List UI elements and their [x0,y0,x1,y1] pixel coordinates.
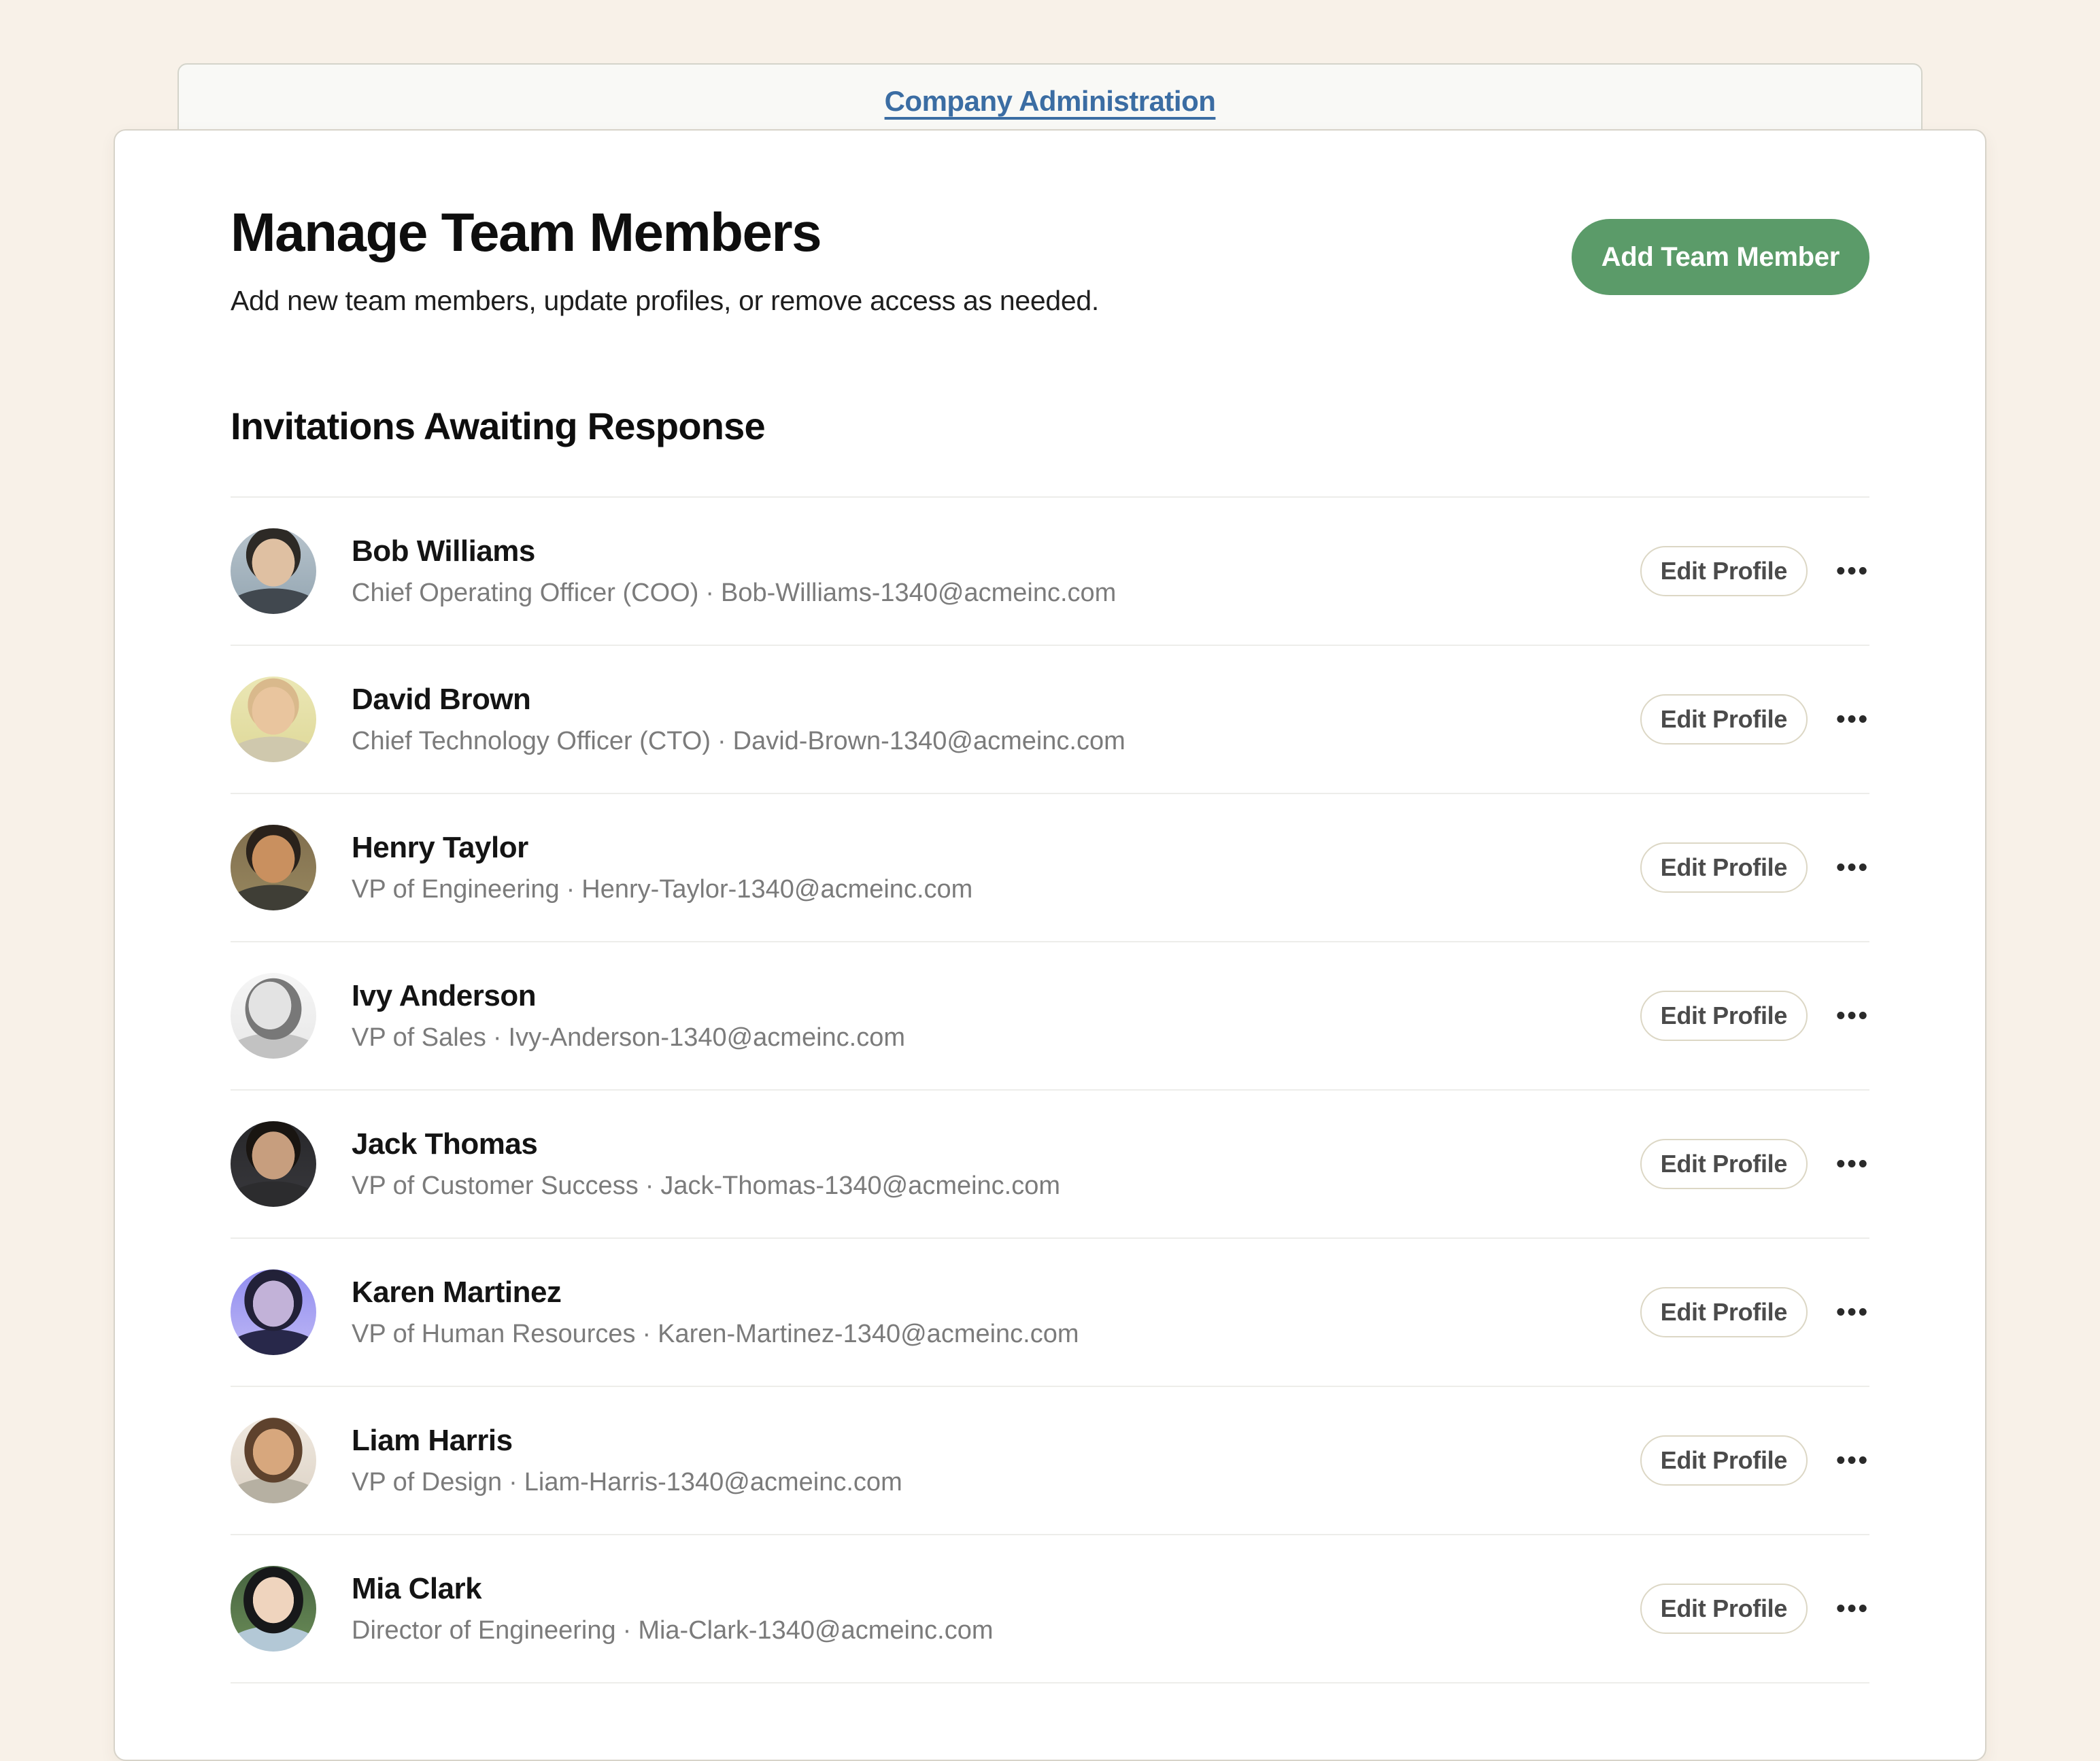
member-meta: Chief Operating Officer (COO)·Bob-Willia… [352,578,1640,608]
member-info: Liam Harris VP of Design·Liam-Harris-134… [352,1424,1640,1497]
member-row: Henry Taylor VP of Engineering·Henry-Tay… [231,794,1869,942]
row-actions: Edit Profile ••• [1640,1139,1869,1189]
more-options-icon[interactable]: ••• [1836,1596,1869,1622]
page-subtitle: Add new team members, update profiles, o… [231,284,1099,317]
meta-separator: · [705,579,714,607]
member-info: Jack Thomas VP of Customer Success·Jack-… [352,1127,1640,1201]
row-actions: Edit Profile ••• [1640,1287,1869,1337]
member-info: Karen Martinez VP of Human Resources·Kar… [352,1276,1640,1349]
meta-separator: · [643,1320,651,1348]
member-row: Bob Williams Chief Operating Officer (CO… [231,498,1869,646]
member-email: Jack-Thomas-1340@acmeinc.com [660,1172,1060,1200]
member-info: Ivy Anderson VP of Sales·Ivy-Anderson-13… [352,979,1640,1053]
edit-profile-button[interactable]: Edit Profile [1640,991,1808,1041]
row-actions: Edit Profile ••• [1640,1584,1869,1634]
member-name: Jack Thomas [352,1127,1640,1161]
member-role: VP of Human Resources [352,1320,636,1348]
member-info: Mia Clark Director of Engineering·Mia-Cl… [352,1572,1640,1645]
edit-profile-button[interactable]: Edit Profile [1640,694,1808,745]
member-email: Mia-Clark-1340@acmeinc.com [638,1616,993,1645]
member-list: Bob Williams Chief Operating Officer (CO… [231,496,1869,1683]
member-name: Ivy Anderson [352,979,1640,1013]
avatar [231,1418,316,1503]
avatar [231,1269,316,1355]
member-meta: VP of Sales·Ivy-Anderson-1340@acmeinc.co… [352,1023,1640,1053]
member-name: Mia Clark [352,1572,1640,1606]
more-options-icon[interactable]: ••• [1836,855,1869,880]
member-email: Liam-Harris-1340@acmeinc.com [524,1468,902,1497]
member-info: Bob Williams Chief Operating Officer (CO… [352,534,1640,608]
member-info: David Brown Chief Technology Officer (CT… [352,683,1640,756]
member-name: Bob Williams [352,534,1640,568]
card-content: Manage Team Members Add new team members… [115,131,1985,1683]
edit-profile-button[interactable]: Edit Profile [1640,1287,1808,1337]
main-card: Manage Team Members Add new team members… [114,129,1986,1761]
meta-separator: · [717,727,726,755]
member-meta: Chief Technology Officer (CTO)·David-Bro… [352,726,1640,756]
edit-profile-button[interactable]: Edit Profile [1640,1435,1808,1486]
page-title: Manage Team Members [231,201,1099,264]
more-options-icon[interactable]: ••• [1836,1151,1869,1177]
member-row: David Brown Chief Technology Officer (CT… [231,646,1869,794]
row-actions: Edit Profile ••• [1640,991,1869,1041]
meta-separator: · [645,1172,654,1200]
member-row: Jack Thomas VP of Customer Success·Jack-… [231,1091,1869,1239]
row-actions: Edit Profile ••• [1640,546,1869,596]
meta-separator: · [509,1468,518,1497]
member-role: Chief Technology Officer (CTO) [352,727,711,755]
row-actions: Edit Profile ••• [1640,694,1869,745]
company-administration-link[interactable]: Company Administration [885,85,1216,118]
member-meta: VP of Engineering·Henry-Taylor-1340@acme… [352,874,1640,904]
member-role: VP of Design [352,1468,502,1497]
member-row: Karen Martinez VP of Human Resources·Kar… [231,1239,1869,1387]
avatar [231,973,316,1059]
member-meta: VP of Customer Success·Jack-Thomas-1340@… [352,1171,1640,1201]
avatar [231,1121,316,1207]
avatar [231,677,316,762]
member-row: Mia Clark Director of Engineering·Mia-Cl… [231,1535,1869,1683]
add-team-member-button[interactable]: Add Team Member [1572,219,1869,295]
member-role: Chief Operating Officer (COO) [352,579,698,607]
more-options-icon[interactable]: ••• [1836,558,1869,584]
more-options-icon[interactable]: ••• [1836,1448,1869,1473]
member-email: Karen-Martinez-1340@acmeinc.com [658,1320,1079,1348]
member-role: VP of Sales [352,1023,486,1052]
row-actions: Edit Profile ••• [1640,842,1869,893]
section-title: Invitations Awaiting Response [231,404,1869,449]
member-role: VP of Customer Success [352,1172,639,1200]
member-name: Liam Harris [352,1424,1640,1458]
member-email: Ivy-Anderson-1340@acmeinc.com [509,1023,906,1052]
member-name: Karen Martinez [352,1276,1640,1310]
edit-profile-button[interactable]: Edit Profile [1640,1139,1808,1189]
edit-profile-button[interactable]: Edit Profile [1640,842,1808,893]
member-email: Henry-Taylor-1340@acmeinc.com [581,875,972,904]
member-email: David-Brown-1340@acmeinc.com [733,727,1125,755]
row-actions: Edit Profile ••• [1640,1435,1869,1486]
member-row: Ivy Anderson VP of Sales·Ivy-Anderson-13… [231,942,1869,1091]
meta-separator: · [493,1023,502,1052]
member-meta: VP of Design·Liam-Harris-1340@acmeinc.co… [352,1467,1640,1497]
more-options-icon[interactable]: ••• [1836,706,1869,732]
meta-separator: · [623,1616,632,1645]
edit-profile-button[interactable]: Edit Profile [1640,1584,1808,1634]
avatar [231,825,316,910]
page-header-text: Manage Team Members Add new team members… [231,201,1099,317]
member-role: Director of Engineering [352,1616,616,1645]
more-options-icon[interactable]: ••• [1836,1299,1869,1325]
member-meta: Director of Engineering·Mia-Clark-1340@a… [352,1615,1640,1645]
member-meta: VP of Human Resources·Karen-Martinez-134… [352,1319,1640,1349]
avatar [231,528,316,614]
member-info: Henry Taylor VP of Engineering·Henry-Tay… [352,831,1640,904]
avatar [231,1566,316,1652]
page-header: Manage Team Members Add new team members… [231,201,1869,317]
edit-profile-button[interactable]: Edit Profile [1640,546,1808,596]
member-role: VP of Engineering [352,875,560,904]
more-options-icon[interactable]: ••• [1836,1003,1869,1029]
member-name: David Brown [352,683,1640,717]
meta-separator: · [566,875,575,904]
member-name: Henry Taylor [352,831,1640,865]
member-row: Liam Harris VP of Design·Liam-Harris-134… [231,1387,1869,1535]
member-email: Bob-Williams-1340@acmeinc.com [721,579,1116,607]
